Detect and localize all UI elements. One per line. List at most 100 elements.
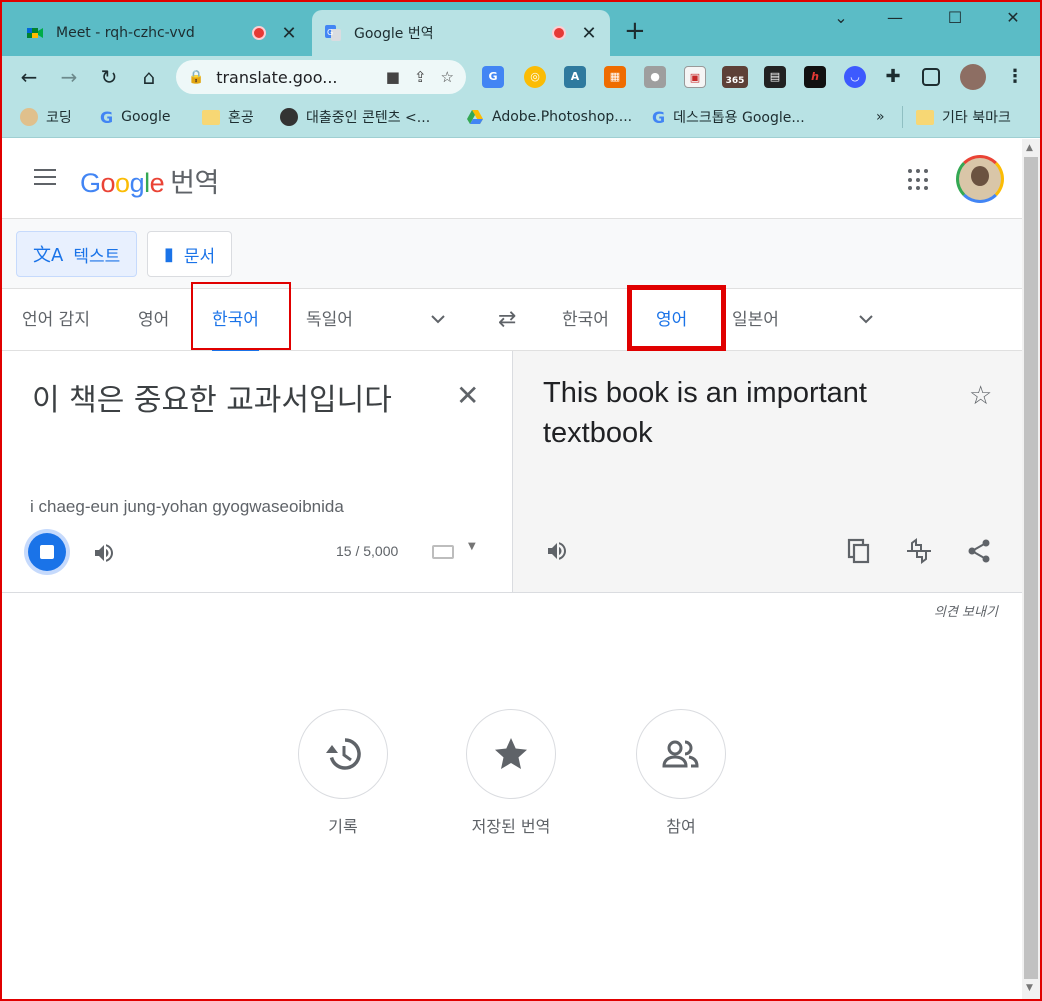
chevron-down-icon[interactable] — [430, 311, 446, 327]
layout-extension-icon[interactable]: ▦ — [604, 66, 626, 88]
feedback-rating-icon[interactable] — [905, 537, 933, 565]
speaker-icon[interactable] — [545, 539, 569, 563]
new-tab-button[interactable]: + — [624, 18, 646, 44]
side-panel-icon[interactable] — [922, 68, 940, 86]
page-scrollbar[interactable]: ▲ ▼ — [1022, 139, 1040, 999]
profile-extension-icon[interactable]: ● — [644, 66, 666, 88]
source-lang-german[interactable]: 독일어 — [306, 289, 353, 351]
close-window-button[interactable]: ✕ — [998, 8, 1028, 32]
mode-bar: 文A 텍스트 ▮ 문서 — [2, 219, 1022, 289]
source-lang-korean[interactable]: 한국어 — [212, 289, 259, 351]
source-text-input[interactable]: 이 책은 중요한 교과서입니다 — [32, 375, 392, 419]
office365-extension-icon[interactable]: 365 — [722, 66, 748, 88]
stop-listening-button[interactable] — [24, 529, 70, 575]
swap-languages-icon[interactable]: ⇄ — [498, 307, 516, 332]
reload-icon[interactable]: ↻ — [96, 64, 122, 90]
back-icon[interactable]: ← — [16, 64, 42, 90]
copy-icon[interactable] — [845, 537, 873, 565]
document-icon: ▮ — [164, 243, 174, 265]
bookmark-label: Adobe.Photoshop.... — [492, 109, 633, 125]
scrollbar-thumb[interactable] — [1024, 157, 1038, 979]
bookmark-star-icon[interactable]: ☆ — [441, 68, 454, 86]
drive-icon — [467, 110, 483, 124]
url-text[interactable]: translate.goo... — [216, 68, 372, 87]
globe-icon — [280, 108, 298, 126]
contribute-label: 참여 — [666, 817, 696, 836]
lock-icon[interactable]: 🔒 — [188, 70, 204, 85]
bookmark-item[interactable]: 대출중인 콘텐츠 <... — [280, 106, 430, 128]
caret-down-icon[interactable]: ▼ — [468, 541, 476, 552]
scroll-down-icon[interactable]: ▼ — [1026, 983, 1033, 993]
h-extension-icon[interactable]: h — [804, 66, 826, 88]
bookmark-item[interactable]: 코딩 — [20, 106, 72, 128]
home-icon[interactable]: ⌂ — [136, 64, 162, 90]
bookmark-item[interactable]: G Google — [100, 106, 171, 128]
close-tab-icon[interactable]: ✕ — [580, 23, 598, 44]
smile-extension-icon[interactable]: ◡ — [844, 66, 866, 88]
clear-icon[interactable]: ✕ — [456, 379, 479, 412]
chrome-menu-icon[interactable]: ⋮ — [1004, 66, 1026, 88]
tab-strip: Meet - rqh-czhc-vvd ✕ G Google 번역 ✕ + ⌄ … — [0, 0, 1042, 56]
save-star-icon[interactable]: ☆ — [969, 381, 992, 411]
target-lang-english[interactable]: 영어 — [656, 289, 688, 351]
bookmark-label: Google — [121, 109, 171, 125]
romanization: i chaeg-eun jung-yohan gyogwaseoibnida — [30, 497, 344, 516]
text-mode-button[interactable]: 文A 텍스트 — [16, 231, 138, 277]
bookmark-item[interactable]: Adobe.Photoshop.... — [466, 106, 632, 128]
google-translate-extension-icon[interactable]: G — [482, 66, 504, 88]
bookmark-item[interactable]: G 데스크톱용 Google... — [652, 106, 805, 128]
saved-translations-button[interactable]: 저장된 번역 — [466, 709, 556, 837]
google-apps-icon[interactable] — [908, 169, 930, 191]
document-mode-button[interactable]: ▮ 문서 — [147, 231, 233, 277]
history-circle[interactable] — [298, 709, 388, 799]
forward-icon[interactable]: → — [56, 64, 82, 90]
camera-blocked-icon[interactable]: ■ — [386, 68, 400, 86]
keyboard-icon[interactable] — [432, 545, 454, 559]
star-icon — [495, 738, 527, 769]
font-extension-icon[interactable]: A — [564, 66, 586, 88]
source-lang-detect[interactable]: 언어 감지 — [22, 289, 90, 351]
target-lang-japanese[interactable]: 일본어 — [732, 289, 779, 351]
address-bar[interactable]: 🔒 translate.goo... ■ ⇪ ☆ — [176, 60, 466, 94]
logo-letter: e — [149, 168, 165, 198]
extensions-puzzle-icon[interactable]: ✚ — [882, 66, 904, 88]
share-icon[interactable] — [965, 537, 993, 565]
tab-meet[interactable]: Meet - rqh-czhc-vvd ✕ — [14, 10, 310, 56]
logo-letter: o — [100, 168, 116, 198]
cast-extension-icon[interactable]: ▣ — [684, 66, 706, 88]
scroll-up-icon[interactable]: ▲ — [1026, 143, 1033, 153]
chrome-extension-icon[interactable]: ◎ — [524, 66, 546, 88]
google-icon: G — [100, 107, 114, 127]
share-icon[interactable]: ⇪ — [414, 68, 427, 86]
maximize-button[interactable]: ☐ — [940, 8, 970, 32]
logo-suffix: 번역 — [170, 168, 219, 198]
close-tab-icon[interactable]: ✕ — [280, 23, 298, 44]
app-header: Google 번역 — [2, 139, 1022, 219]
contribute-circle[interactable] — [636, 709, 726, 799]
profile-avatar-icon[interactable] — [960, 64, 986, 90]
chevron-down-icon[interactable] — [858, 311, 874, 327]
tab-google-translate[interactable]: G Google 번역 ✕ — [312, 10, 610, 56]
other-bookmarks[interactable]: 기타 북마크 — [916, 106, 1011, 128]
google-icon: G — [652, 107, 666, 127]
minimize-button[interactable]: — — [880, 8, 910, 32]
source-lang-english[interactable]: 영어 — [138, 289, 169, 351]
send-feedback-link[interactable]: 의견 보내기 — [934, 601, 998, 620]
film-extension-icon[interactable]: ▤ — [764, 66, 786, 88]
target-lang-korean[interactable]: 한국어 — [562, 289, 609, 351]
google-translate-logo[interactable]: Google 번역 — [80, 161, 219, 200]
saved-circle[interactable] — [466, 709, 556, 799]
tab-search-icon[interactable]: ⌄ — [826, 8, 856, 32]
account-avatar[interactable] — [956, 155, 1004, 203]
character-count: 15 / 5,000 — [336, 543, 399, 559]
history-label: 기록 — [328, 817, 358, 836]
history-button[interactable]: 기록 — [298, 709, 388, 837]
bookmarks-overflow-button[interactable]: » — [876, 106, 885, 128]
speaker-icon[interactable] — [92, 541, 116, 565]
bookmark-item[interactable]: 혼공 — [202, 106, 254, 128]
saved-label: 저장된 번역 — [471, 817, 551, 836]
dog-icon — [20, 108, 38, 126]
contribute-button[interactable]: 참여 — [636, 709, 726, 837]
menu-icon[interactable] — [34, 169, 56, 190]
mode-label: 문서 — [183, 246, 216, 267]
